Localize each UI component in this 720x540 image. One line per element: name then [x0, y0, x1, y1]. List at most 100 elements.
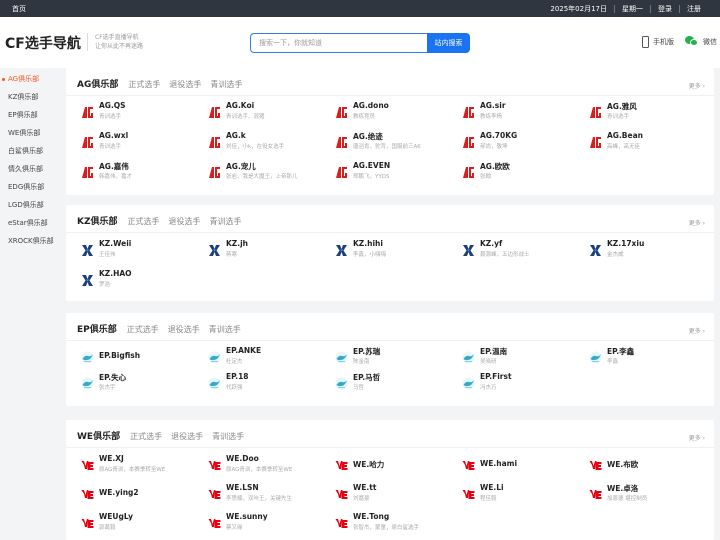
search-input[interactable]: 搜索一下，你就知道 [250, 33, 427, 53]
sidebar-item-ag[interactable]: AG俱乐部 [0, 70, 66, 88]
player-category-tab[interactable]: 正式选手 [127, 324, 159, 335]
ag-team-logo-icon [589, 134, 602, 148]
club-title[interactable]: EP俱乐部 [77, 322, 117, 335]
player-card[interactable]: AG.绝迹 唐滔肯，驼背，国服前三AK [335, 131, 455, 155]
sidebar-item-edg[interactable]: EDG俱乐部 [0, 178, 66, 196]
sidebar-item-baisha[interactable]: 白鲨俱乐部 [0, 142, 66, 160]
tagline-line-2: 让你从此不再迷路 [95, 43, 144, 50]
player-card[interactable]: WE.ying2 [81, 483, 201, 507]
player-card[interactable]: WE.卓洛 加恩德 堪控制员 [589, 483, 709, 507]
player-description: 罗浩 [99, 282, 111, 288]
player-category-tab[interactable]: 退役选手 [169, 216, 201, 227]
player-card[interactable]: AG.sir 教练李杨 [462, 101, 582, 125]
player-card[interactable]: EP.苏瑞 陈金南 [335, 346, 455, 370]
player-card[interactable]: AG.k 刘佳，小k，在役女选手 [208, 131, 328, 155]
player-name: WE.Tong [353, 512, 390, 521]
player-card[interactable]: WE.Doo 原AG青训，本赛季转至WE [208, 454, 328, 478]
player-category-tab[interactable]: 青训选手 [210, 216, 242, 227]
player-category-tab[interactable]: 退役选手 [168, 324, 200, 335]
sidebar-item-xrock[interactable]: XROCK俱乐部 [0, 232, 66, 250]
we-team-logo-icon [589, 486, 602, 499]
home-link[interactable]: 首页 [12, 4, 26, 14]
player-card[interactable]: EP.温南 吴晓研 [462, 346, 582, 370]
login-link[interactable]: 登录 [651, 4, 679, 14]
top-bar: 首页 2025年02月17日 星期一 登录 注册 [0, 0, 720, 17]
player-card[interactable]: KZ.yf 聂源峰，五边形战士 [462, 239, 582, 263]
player-category-tab[interactable]: 青训选手 [209, 324, 241, 335]
player-description: 张杰宇 [99, 385, 116, 391]
player-card[interactable]: AG.QS 青训选手 [81, 101, 201, 125]
more-link[interactable]: 更多 › [689, 218, 705, 227]
player-category-tab[interactable]: 正式选手 [128, 79, 160, 90]
player-card[interactable]: WE.布欧 [589, 454, 709, 478]
player-card[interactable]: EP.ANKE 杜定杰 [208, 346, 328, 370]
club-title[interactable]: WE俱乐部 [77, 429, 120, 442]
club-title[interactable]: AG俱乐部 [77, 77, 118, 90]
wechat-link[interactable]: 微信 [685, 36, 717, 47]
ep-team-logo-icon [462, 349, 475, 364]
player-card[interactable]: AG.雅风 青训选手 [589, 101, 709, 125]
player-card[interactable]: WE.LSN 李思楠，双咔王，关键先生 [208, 483, 328, 507]
player-card[interactable]: WE.tt 刘嘉豪 [335, 483, 455, 507]
sidebar-item-qingjiu[interactable]: 情久俱乐部 [0, 160, 66, 178]
ag-team-logo-icon [462, 134, 475, 148]
player-card[interactable]: KZ.jh 蒋寒 [208, 239, 328, 263]
ep-team-logo-icon [462, 375, 475, 390]
more-link[interactable]: 更多 › [689, 326, 705, 335]
player-card[interactable]: EP.马哲 马哲 [335, 372, 455, 396]
player-category-tab[interactable]: 青训选手 [212, 431, 244, 442]
player-card[interactable]: EP.失心 张杰宇 [81, 372, 201, 396]
player-card[interactable]: AG.dono 教练竞员 [335, 101, 455, 125]
player-category-tab[interactable]: 正式选手 [128, 216, 160, 227]
player-card[interactable]: WE.Tong 张智杰，蒙童，原白鲨选手 [335, 512, 455, 536]
player-card[interactable]: AG.宠儿 张岩，我是大魔王，上帝那儿 [208, 161, 328, 185]
player-card[interactable]: AG.Bean 高峰，高无臣 [589, 131, 709, 155]
player-category-tab[interactable]: 退役选手 [169, 79, 201, 90]
player-card[interactable]: AG.Koi 青训选手、混猪 [208, 101, 328, 125]
player-card[interactable]: KZ.17xiu 金杰威 [589, 239, 709, 263]
search-button[interactable]: 站内搜索 [427, 33, 470, 53]
ep-team-logo-icon [81, 375, 94, 390]
player-category-tab[interactable]: 正式选手 [130, 431, 162, 442]
player-card[interactable]: KZ.hihi 李鑫，小嗨嗨 [335, 239, 455, 263]
club-title[interactable]: KZ俱乐部 [77, 214, 118, 227]
we-team-logo-icon [589, 457, 602, 470]
player-card[interactable]: AG.欧欧 张翰 [462, 161, 582, 185]
sidebar-item-estar[interactable]: eStar俱乐部 [0, 214, 66, 232]
player-card[interactable]: WE.XJ 原AG青训，本赛季转至WE [81, 454, 201, 478]
phone-icon [642, 36, 649, 48]
divider [66, 340, 714, 341]
player-card[interactable]: AG.wxl 青训选手 [81, 131, 201, 155]
player-card[interactable]: WE.Li 程佳毅 [462, 483, 582, 507]
mobile-link[interactable]: 手机版 [642, 36, 674, 48]
sidebar-item-kz[interactable]: KZ俱乐部 [0, 88, 66, 106]
player-description: 金杰威 [607, 252, 624, 258]
more-link[interactable]: 更多 › [689, 81, 705, 90]
site-logo[interactable]: CF选手导航 [5, 33, 81, 53]
sidebar-item-lgd[interactable]: LGD俱乐部 [0, 196, 66, 214]
player-description: 高峰，高无臣 [607, 144, 641, 150]
player-card[interactable]: EP.李鑫 李鑫 [589, 346, 709, 370]
we-team-logo-icon [208, 515, 221, 528]
player-card[interactable]: WEUgLy 郭葛毅 [81, 512, 201, 536]
player-card[interactable]: KZ.HAO 罗浩 [81, 269, 201, 293]
player-card[interactable]: WE.hami [462, 454, 582, 478]
club-panel: EP俱乐部 正式选手 退役选手 青训选手 更多 › EP.Bigfish EP.ANKE 杜定… [66, 313, 714, 406]
player-category-tab[interactable]: 青训选手 [210, 79, 242, 90]
player-card[interactable]: EP.Bigfish [81, 346, 201, 370]
player-card[interactable]: AG.70KG 郝尚，敬坤 [462, 131, 582, 155]
player-description: 韩嘉伟，嘉才 [99, 174, 133, 180]
panel-header: KZ俱乐部 正式选手 退役选手 青训选手 更多 › [66, 205, 714, 233]
sidebar-item-we[interactable]: WE俱乐部 [0, 124, 66, 142]
player-card[interactable]: KZ.Weii 王佳伟 [81, 239, 201, 263]
player-category-tab[interactable]: 退役选手 [171, 431, 203, 442]
player-card[interactable]: EP.First 冯杰万 [462, 372, 582, 396]
more-link[interactable]: 更多 › [689, 433, 705, 442]
player-card[interactable]: AG.EVEN 郑鹏飞，YYDS [335, 161, 455, 185]
player-card[interactable]: WE.sunny 蔡又缘 [208, 512, 328, 536]
player-card[interactable]: AG.嘉伟 韩嘉伟，嘉才 [81, 161, 201, 185]
register-link[interactable]: 注册 [680, 4, 708, 14]
player-card[interactable]: WE.哈力 [335, 454, 455, 478]
player-card[interactable]: EP.18 代跃强 [208, 372, 328, 396]
sidebar-item-ep[interactable]: EP俱乐部 [0, 106, 66, 124]
